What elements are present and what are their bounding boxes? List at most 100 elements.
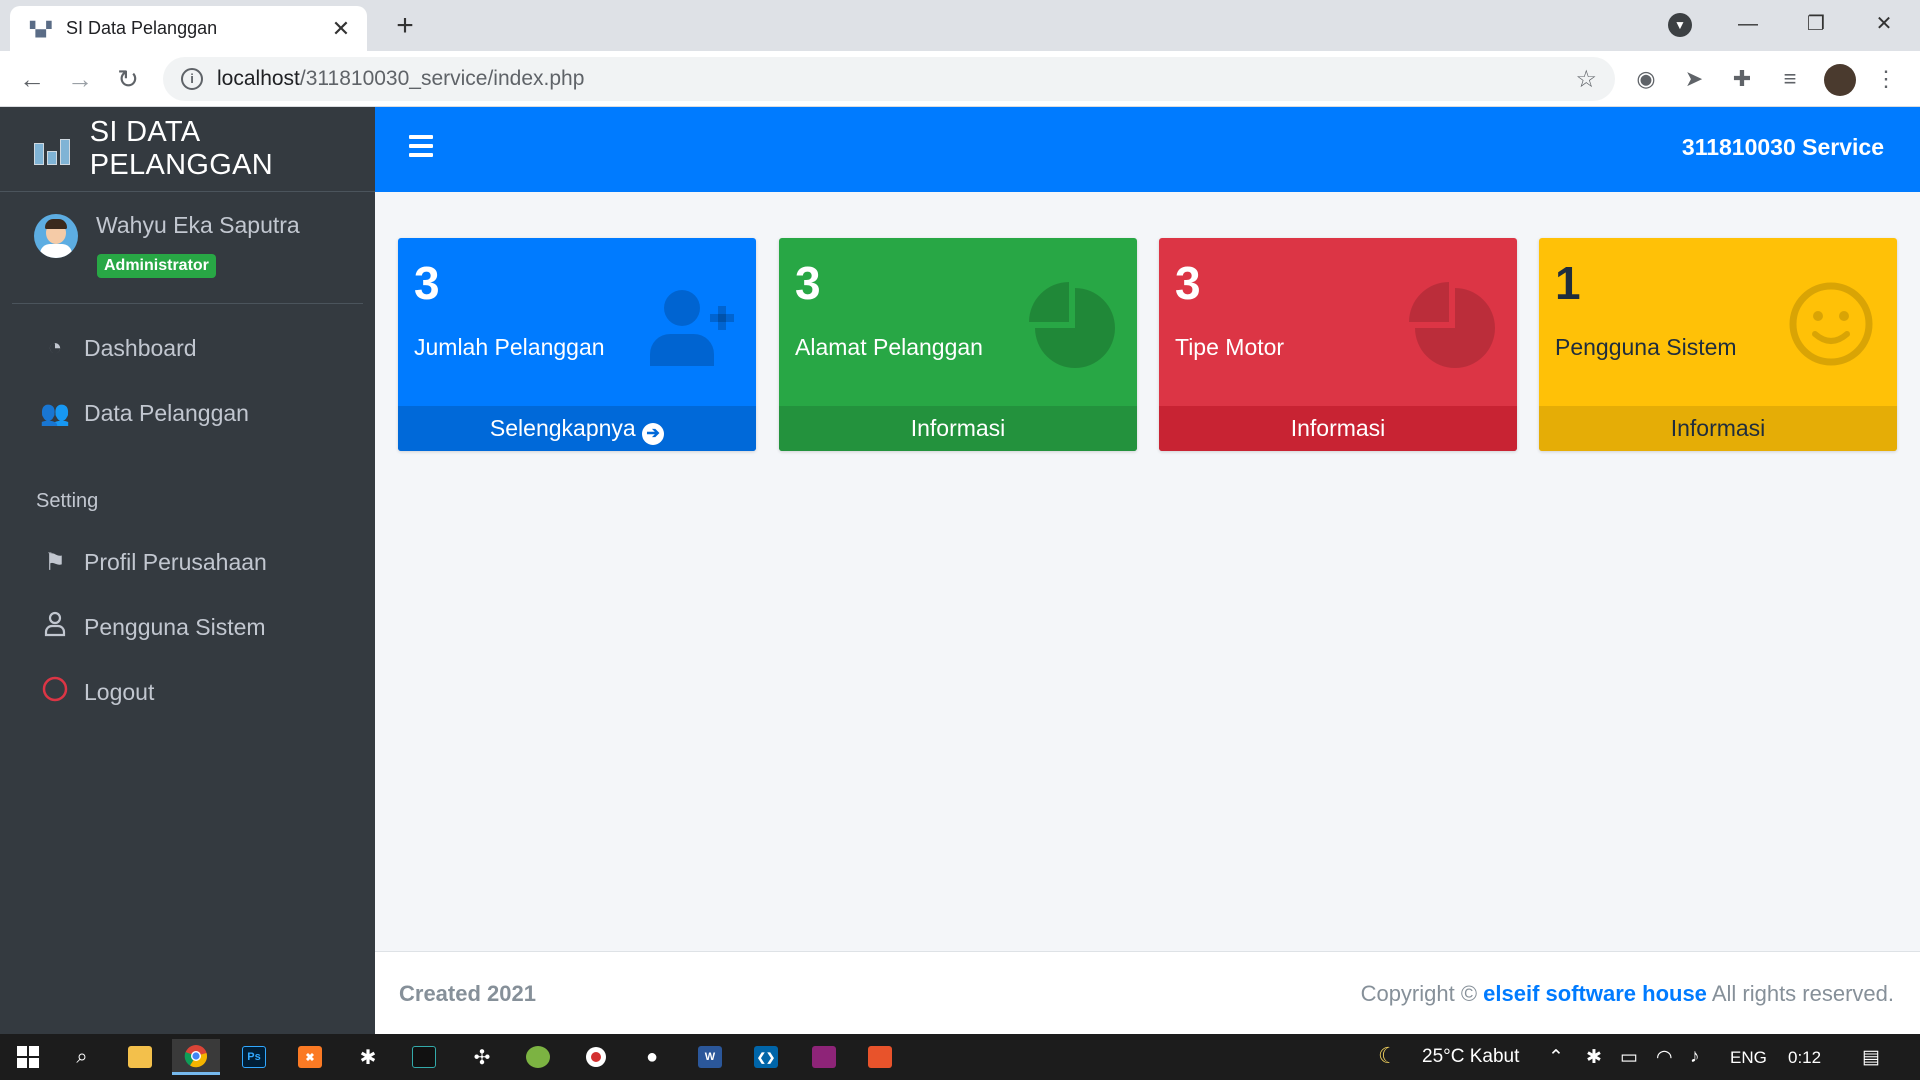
winrar-icon[interactable] xyxy=(800,1039,848,1075)
restore-button[interactable]: ❐ xyxy=(1786,6,1846,42)
extensions-puzzle-icon[interactable]: ✚ xyxy=(1728,65,1756,93)
footer-created: Created 2021 xyxy=(399,981,536,1006)
tab-title: SI Data Pelanggan xyxy=(66,18,218,38)
box-number: 3 xyxy=(795,257,821,309)
terminal-app-icon[interactable] xyxy=(400,1039,448,1075)
sidebar-item-profil-perusahaan[interactable]: ⚑ Profil Perusahaan xyxy=(12,534,363,590)
arrow-circle-right-icon: ➔ xyxy=(642,423,665,445)
navbar-service-label: 311810030 Service xyxy=(1681,134,1884,160)
box-label: Alamat Pelanggan xyxy=(795,334,983,360)
close-tab-icon[interactable]: ✕ xyxy=(329,16,353,42)
copyright-prefix: Copyright © xyxy=(1360,981,1484,1006)
users-icon: 👥 xyxy=(40,399,70,427)
copyright-suffix: All rights reserved. xyxy=(1706,981,1894,1006)
user-panel: Wahyu Eka Saputra Administrator xyxy=(12,192,363,304)
sidebar-item-label: Dashboard xyxy=(84,334,197,361)
battery-icon[interactable]: ▭ xyxy=(1620,1046,1638,1069)
sidebar-item-label: Logout xyxy=(84,678,155,705)
weather-text[interactable]: 25°C Kabut xyxy=(1422,1046,1519,1068)
user-plus-icon xyxy=(650,290,734,366)
office-app-icon[interactable] xyxy=(856,1039,904,1075)
color-app-icon[interactable]: ● xyxy=(628,1039,676,1075)
word-icon[interactable]: W xyxy=(686,1039,734,1075)
back-button[interactable]: ← xyxy=(16,63,48,95)
pie-chart-icon xyxy=(1029,282,1115,368)
informasi-link[interactable]: Informasi xyxy=(1159,406,1517,451)
bluetooth-icon[interactable]: ✱ xyxy=(1586,1046,1602,1069)
photoshop-icon[interactable]: Ps xyxy=(230,1039,278,1075)
sidebar: SI DATA PELANGGAN Wahyu Eka Saputra Admi… xyxy=(0,107,375,1034)
company-link[interactable]: elseif software house xyxy=(1483,981,1707,1006)
sidebar-item-label: Pengguna Sistem xyxy=(84,613,266,640)
bookmark-star-icon[interactable]: ☆ xyxy=(1575,65,1597,94)
user-name[interactable]: Wahyu Eka Saputra xyxy=(96,212,300,239)
sidebar-item-pengguna-sistem[interactable]: Pengguna Sistem xyxy=(12,599,363,655)
clock[interactable]: 0:12 xyxy=(1788,1048,1821,1068)
site-info-icon[interactable]: i xyxy=(181,68,203,90)
main-content: 3 Jumlah Pelanggan Selengkapnya ➔ 3 Alam… xyxy=(375,192,1920,951)
pie-chart-icon xyxy=(1409,282,1495,368)
close-window-button[interactable]: ✕ xyxy=(1854,6,1914,42)
sidebar-item-label: Data Pelanggan xyxy=(84,399,249,426)
media-control-icon[interactable]: ≡ xyxy=(1776,65,1804,93)
android-app-icon[interactable] xyxy=(514,1039,562,1075)
windows-taskbar: ⌕ Ps ✖ ✱ ✣ ● W ❮❯ ☾ 25°C Kabut ⌃ ✱ ▭ ◠ ♪… xyxy=(0,1034,1920,1080)
user-icon xyxy=(40,611,70,644)
selengkapnya-link[interactable]: Selengkapnya ➔ xyxy=(398,406,756,451)
minimize-button[interactable]: — xyxy=(1718,6,1778,42)
browser-toolbar: ← → ↻ i localhost/311810030_service/inde… xyxy=(0,51,1920,107)
box-label: Tipe Motor xyxy=(1175,334,1285,360)
user-role-badge: Administrator xyxy=(97,254,216,278)
sidebar-item-label: Profil Perusahaan xyxy=(84,548,267,575)
file-explorer-icon[interactable] xyxy=(116,1039,164,1075)
forward-button[interactable]: → xyxy=(64,63,96,95)
xampp-icon[interactable]: ✖ xyxy=(286,1039,334,1075)
site-favicon-icon: ▚▞ xyxy=(30,20,52,37)
chrome-menu-icon[interactable]: ⋮ xyxy=(1872,65,1900,93)
url-host: localhost xyxy=(217,67,300,90)
volume-icon[interactable]: ♪ xyxy=(1690,1046,1700,1068)
bluetooth-app-icon[interactable]: ✱ xyxy=(344,1039,392,1075)
footer-copyright: Copyright © elseif software house All ri… xyxy=(1361,981,1894,1007)
profile-avatar[interactable] xyxy=(1824,64,1856,96)
informasi-link[interactable]: Informasi xyxy=(779,406,1137,451)
reload-button[interactable]: ↻ xyxy=(112,63,144,95)
top-navbar: 311810030 Service xyxy=(375,107,1920,192)
sidebar-item-dashboard[interactable]: ◔ Dashboard xyxy=(12,320,363,376)
box-number: 3 xyxy=(1175,257,1201,309)
brand-link[interactable]: SI DATA PELANGGAN xyxy=(0,107,375,192)
notifications-icon[interactable]: ▤ xyxy=(1862,1046,1880,1069)
url-path: /311810030_service/index.php xyxy=(299,67,585,90)
browser-tab-bar: ▚▞ SI Data Pelanggan ✕ + ▼ — ❐ ✕ xyxy=(0,0,1920,51)
smile-icon xyxy=(1789,282,1873,366)
weather-icon[interactable]: ☾ xyxy=(1378,1043,1398,1069)
info-box-jumlah-pelanggan: 3 Jumlah Pelanggan Selengkapnya ➔ xyxy=(398,238,756,451)
windows-start-icon[interactable] xyxy=(4,1039,52,1075)
informasi-link[interactable]: Informasi xyxy=(1539,406,1897,451)
record-app-icon[interactable] xyxy=(572,1039,620,1075)
show-hidden-icons-icon[interactable]: ⌃ xyxy=(1548,1046,1564,1069)
box-number: 3 xyxy=(414,257,440,309)
logout-circle-icon xyxy=(40,676,70,709)
search-icon[interactable]: ⌕ xyxy=(58,1039,106,1075)
network-app-icon[interactable]: ✣ xyxy=(458,1039,506,1075)
user-avatar xyxy=(34,214,78,258)
cursor-extension-icon[interactable]: ➤ xyxy=(1680,65,1708,93)
page-footer: Created 2021 Copyright © elseif software… xyxy=(375,951,1920,1034)
sidebar-item-logout[interactable]: Logout xyxy=(12,664,363,720)
address-bar[interactable]: i localhost/311810030_service/index.php … xyxy=(163,57,1615,101)
extension-icon[interactable]: ◉ xyxy=(1632,65,1660,93)
sidebar-item-data-pelanggan[interactable]: 👥 Data Pelanggan xyxy=(12,385,363,441)
info-box-tipe-motor: 3 Tipe Motor Informasi xyxy=(1159,238,1517,451)
dashboard-icon: ◔ xyxy=(47,334,63,361)
flag-icon: ⚑ xyxy=(44,548,66,576)
wifi-icon[interactable]: ◠ xyxy=(1656,1046,1673,1069)
info-box-alamat-pelanggan: 3 Alamat Pelanggan Informasi xyxy=(779,238,1137,451)
language-indicator[interactable]: ENG xyxy=(1730,1048,1767,1068)
chrome-icon[interactable] xyxy=(172,1039,220,1075)
vscode-icon[interactable]: ❮❯ xyxy=(742,1039,790,1075)
tab-search-icon[interactable]: ▼ xyxy=(1668,13,1692,37)
hamburger-menu-icon[interactable] xyxy=(409,135,433,162)
new-tab-button[interactable]: + xyxy=(388,9,422,43)
browser-tab[interactable]: ▚▞ SI Data Pelanggan ✕ xyxy=(10,6,367,51)
